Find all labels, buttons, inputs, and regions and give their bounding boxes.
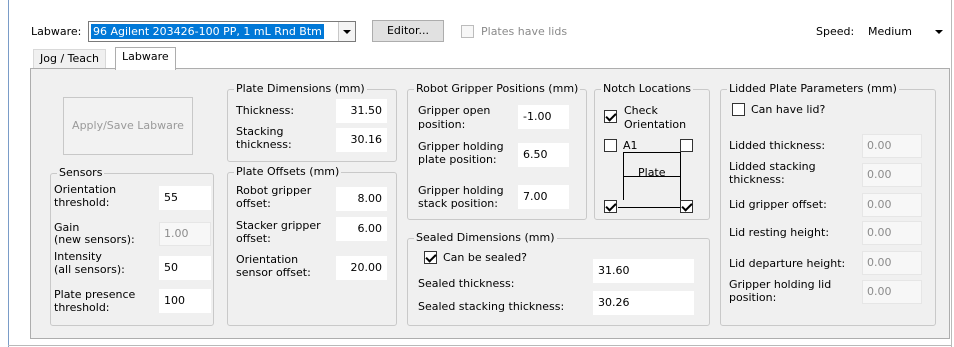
- intensity-input[interactable]: 50: [159, 256, 211, 280]
- lidded-stacking-input[interactable]: 0.00: [862, 163, 922, 187]
- speed-combo-arrow[interactable]: [930, 22, 947, 41]
- sealed-thickness-input[interactable]: 31.60: [593, 259, 694, 283]
- intensity-label-1: Intensity: [54, 250, 102, 263]
- notch-corner-bottom-left-checkbox[interactable]: [604, 200, 617, 213]
- speed-label: Speed:: [816, 25, 855, 38]
- gain-label-2: (new sensors):: [54, 233, 135, 246]
- check-orientation-checkbox[interactable]: [604, 110, 617, 123]
- can-have-lid-label: Can have lid?: [751, 103, 826, 116]
- notch-corner-bottom-right-checkbox[interactable]: [680, 200, 693, 213]
- orientation-threshold-input[interactable]: 55: [159, 186, 211, 210]
- orientation-sensor-offset-label-2: sensor offset:: [236, 266, 311, 279]
- lid-departure-height-input[interactable]: 0.00: [862, 251, 922, 275]
- stacker-gripper-offset-input[interactable]: 6.00: [336, 217, 387, 241]
- plates-have-lids-label: Plates have lids: [481, 25, 568, 38]
- stacker-gripper-offset-label-2: offset:: [236, 232, 271, 245]
- check-orientation-label-1: Check: [624, 104, 658, 117]
- plate-presence-input[interactable]: 100: [159, 289, 211, 313]
- speed-combo[interactable]: Medium: [860, 21, 948, 42]
- sealed-dimensions-title: Sealed Dimensions (mm): [414, 231, 557, 245]
- chevron-down-icon: [935, 30, 943, 34]
- gripper-holding-lid-label-1: Gripper holding lid: [729, 278, 832, 291]
- plate-outline-bottom: [618, 207, 680, 208]
- gripper-holding-plate-input[interactable]: 6.50: [518, 143, 569, 167]
- sealed-stacking-thickness-label: Sealed stacking thickness:: [418, 300, 565, 313]
- gripper-open-input[interactable]: -1.00: [518, 105, 569, 129]
- lid-resting-height-label: Lid resting height:: [729, 226, 830, 239]
- robot-gripper-positions-title: Robot Gripper Positions (mm): [414, 82, 581, 96]
- a1-label: A1: [623, 139, 638, 152]
- can-have-lid-checkbox[interactable]: [732, 103, 745, 116]
- gripper-open-label-1: Gripper open: [418, 104, 491, 117]
- window-bottom-border: [8, 345, 952, 346]
- gripper-holding-stack-label-2: stack position:: [418, 197, 498, 210]
- labware-label: Labware:: [31, 25, 82, 38]
- plates-have-lids-checkbox[interactable]: [461, 25, 474, 38]
- sealed-stacking-thickness-input[interactable]: 30.26: [593, 291, 694, 315]
- lid-resting-height-input[interactable]: 0.00: [862, 221, 922, 245]
- lidded-stacking-label-1: Lidded stacking: [729, 160, 816, 173]
- window-right-border: [951, 0, 952, 347]
- tab-jog-teach[interactable]: Jog / Teach: [33, 49, 107, 69]
- check-orientation-label-2: Orientation: [624, 118, 687, 131]
- sealed-thickness-label: Sealed thickness:: [418, 277, 515, 290]
- gripper-holding-lid-label-2: position:: [729, 291, 777, 304]
- lid-gripper-offset-label: Lid gripper offset:: [729, 198, 827, 211]
- orientation-sensor-offset-label-1: Orientation: [236, 253, 299, 266]
- robot-gripper-offset-input[interactable]: 8.00: [336, 187, 387, 211]
- plate-dimensions-title: Plate Dimensions (mm): [234, 82, 367, 96]
- plate-presence-label-1: Plate presence: [54, 288, 136, 301]
- apply-save-labware-button[interactable]: Apply/Save Labware: [63, 97, 193, 155]
- robot-gripper-offset-label-2: offset:: [236, 197, 271, 210]
- editor-button[interactable]: Editor...: [372, 20, 444, 42]
- labware-combo[interactable]: 96 Agilent 203426-100 PP, 1 mL Rnd Btm: [88, 21, 356, 42]
- robot-gripper-offset-label-1: Robot gripper: [236, 184, 312, 197]
- notch-corner-top-left-checkbox[interactable]: [604, 139, 617, 152]
- thickness-label: Thickness:: [236, 104, 295, 117]
- window-left-border: [8, 0, 9, 347]
- thickness-input[interactable]: 31.50: [336, 99, 387, 123]
- intensity-label-2: (all sensors):: [54, 263, 125, 276]
- plate-label: Plate: [638, 166, 666, 179]
- gripper-holding-plate-label-2: plate position:: [418, 153, 497, 166]
- can-be-sealed-label: Can be sealed?: [443, 251, 528, 264]
- lidded-stacking-label-2: thickness:: [729, 173, 785, 186]
- gripper-holding-stack-input[interactable]: 7.00: [518, 185, 569, 209]
- stacking-thickness-input[interactable]: 30.16: [336, 128, 387, 152]
- notch-corner-top-right-checkbox[interactable]: [680, 139, 693, 152]
- orientation-sensor-offset-input[interactable]: 20.00: [336, 256, 387, 280]
- lidded-plate-parameters-title: Lidded Plate Parameters (mm): [727, 82, 899, 96]
- chevron-down-icon: [343, 30, 351, 34]
- lid-gripper-offset-input[interactable]: 0.00: [862, 193, 922, 217]
- orientation-threshold-label-2: threshold:: [54, 196, 110, 209]
- tab-labware[interactable]: Labware: [115, 47, 176, 70]
- stacking-thickness-label-1: Stacking: [236, 125, 284, 138]
- stacker-gripper-offset-label-1: Stacker gripper: [236, 219, 321, 232]
- stacking-thickness-label-2: thickness:: [236, 138, 292, 151]
- plate-presence-label-2: threshold:: [54, 301, 110, 314]
- gain-input[interactable]: 1.00: [159, 222, 211, 246]
- notch-locations-title: Notch Locations: [601, 82, 694, 96]
- lid-departure-height-label: Lid departure height:: [729, 257, 846, 270]
- orientation-threshold-label-1: Orientation: [54, 183, 117, 196]
- lidded-thickness-input[interactable]: 0.00: [862, 134, 922, 158]
- plate-offsets-title: Plate Offsets (mm): [234, 165, 342, 179]
- labware-combo-value: 96 Agilent 203426-100 PP, 1 mL Rnd Btm: [91, 24, 324, 39]
- sensors-title: Sensors: [57, 166, 105, 180]
- speed-combo-value: Medium: [868, 25, 912, 38]
- gripper-open-label-2: position:: [418, 118, 466, 131]
- lidded-thickness-label: Lidded thickness:: [729, 139, 826, 152]
- can-be-sealed-checkbox[interactable]: [424, 251, 437, 264]
- gripper-holding-lid-input[interactable]: 0.00: [862, 280, 922, 304]
- gripper-holding-stack-label-1: Gripper holding: [418, 184, 504, 197]
- labware-combo-arrow[interactable]: [338, 22, 355, 41]
- gripper-holding-plate-label-1: Gripper holding: [418, 140, 504, 153]
